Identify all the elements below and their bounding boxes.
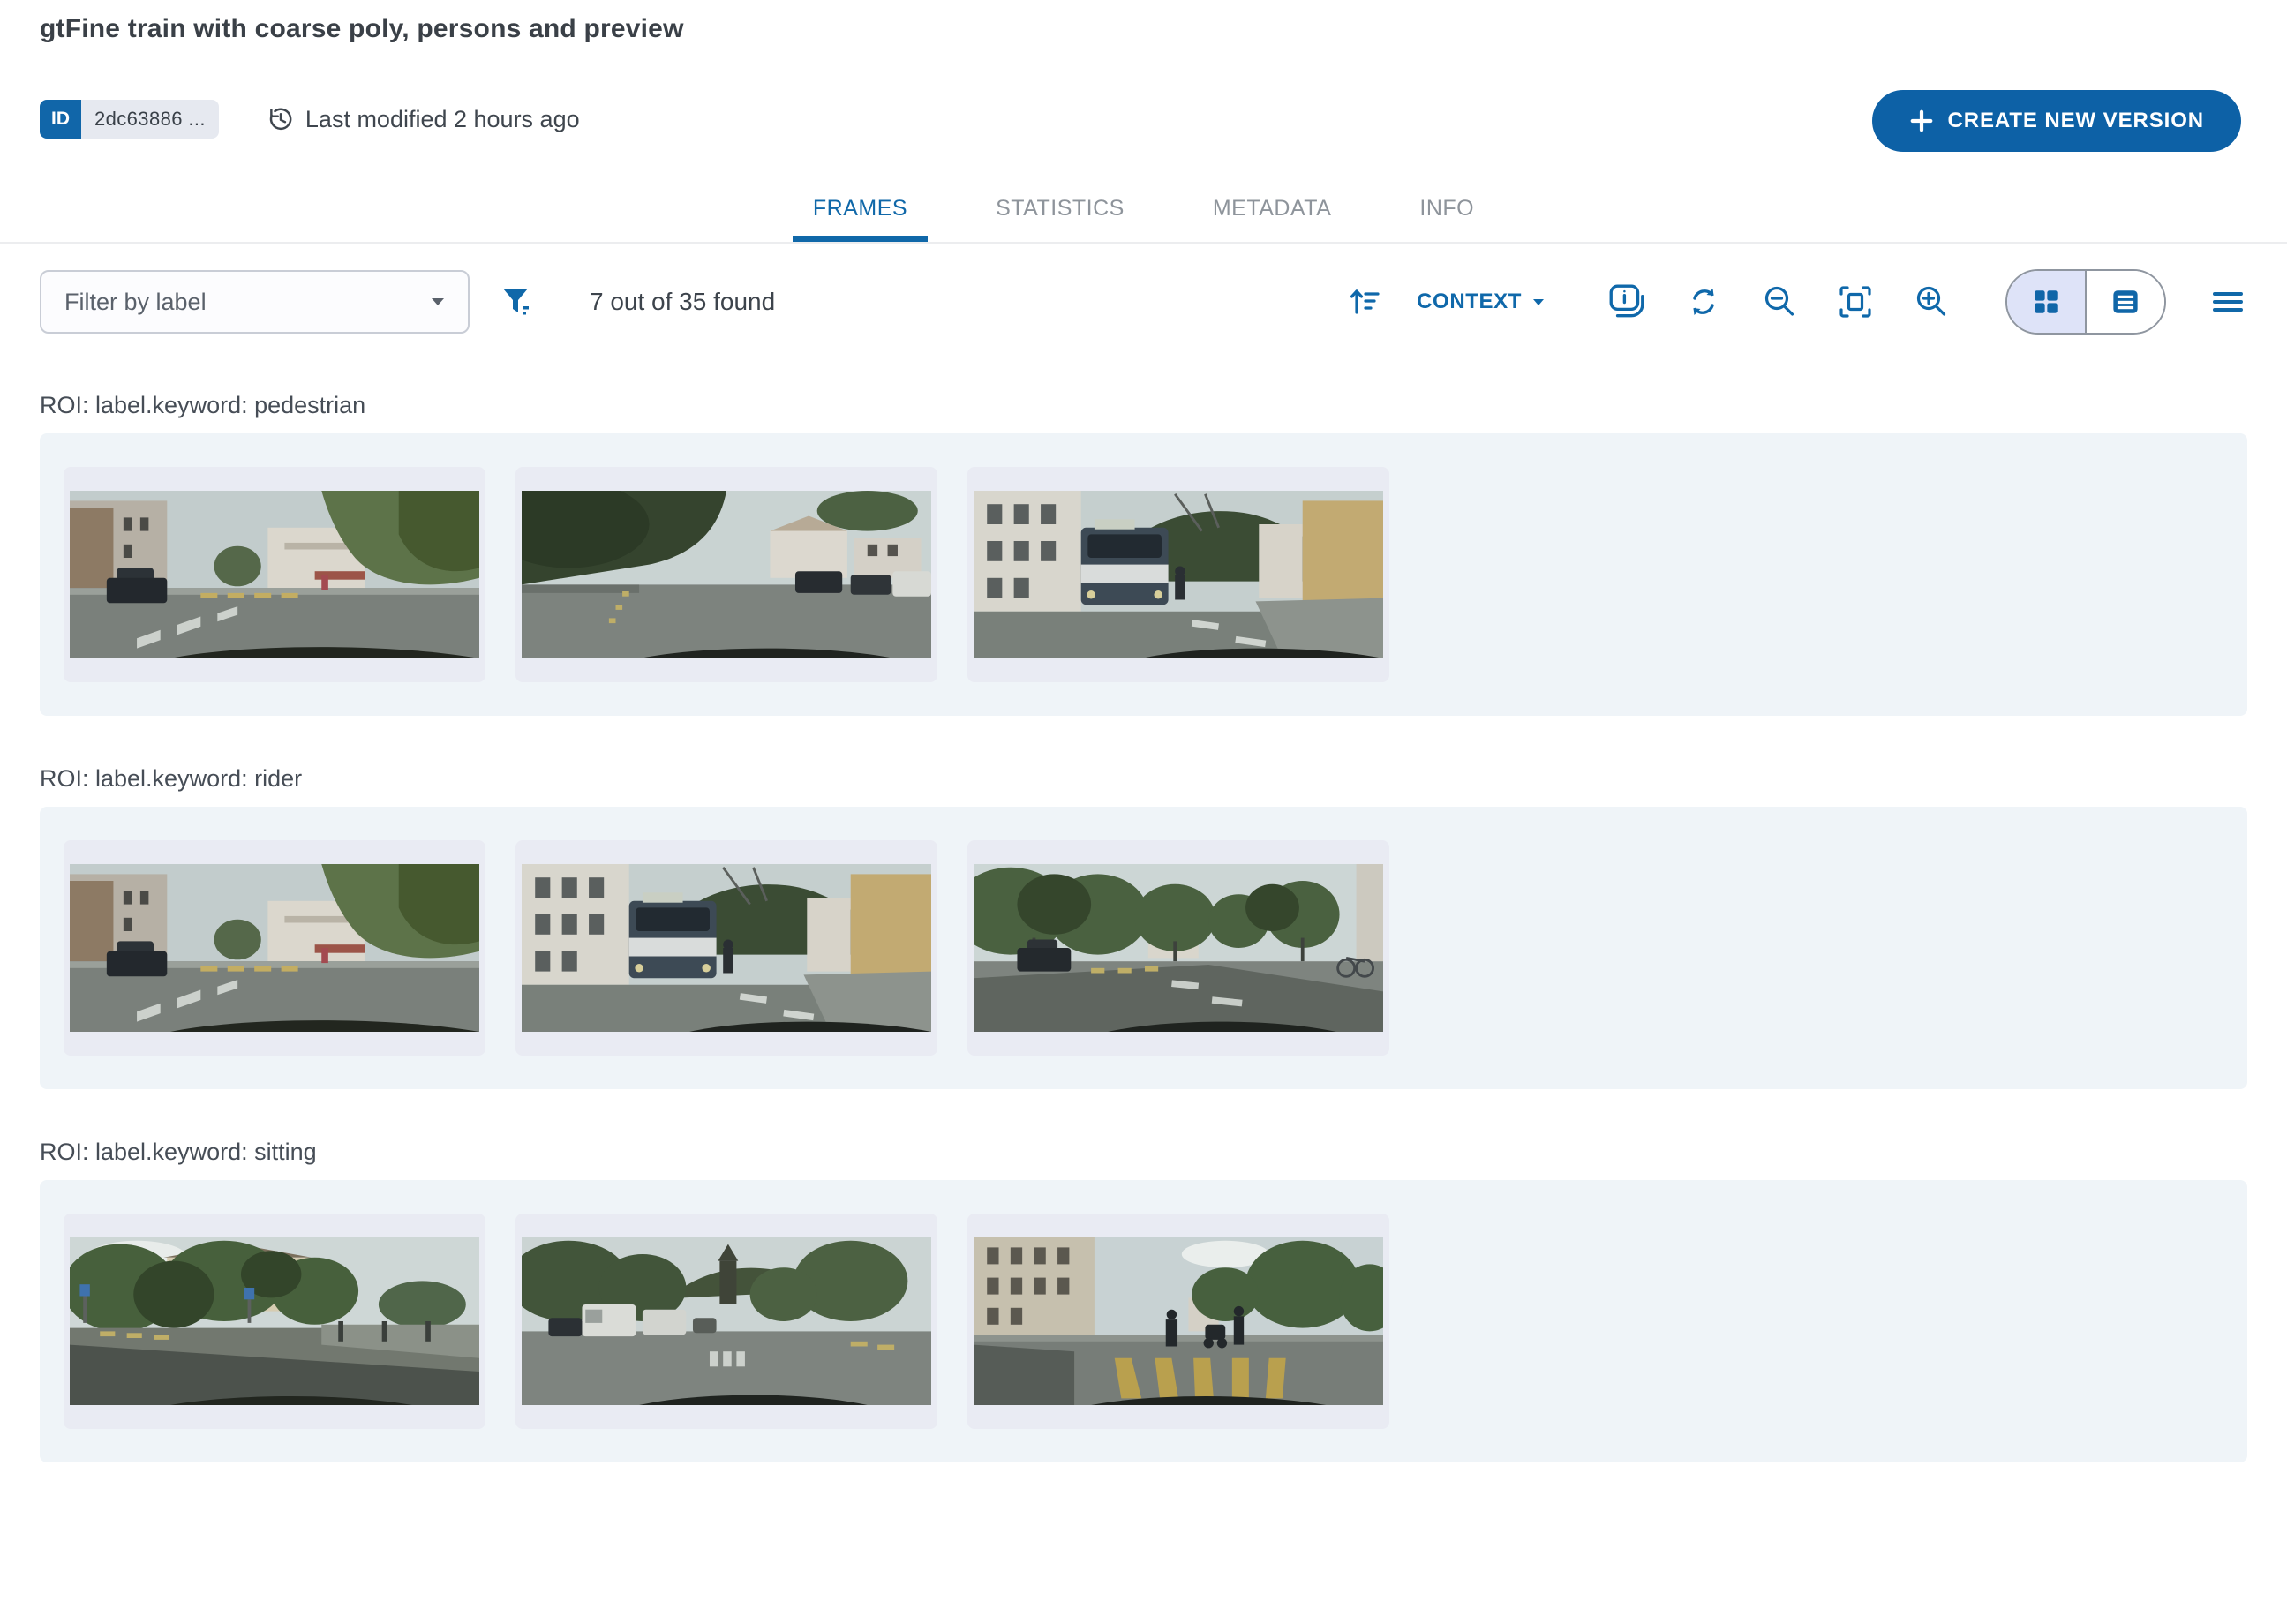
fit-screen-icon[interactable] bbox=[1836, 282, 1875, 321]
grid-view-button[interactable] bbox=[2007, 271, 2085, 333]
frame-thumbnail[interactable] bbox=[64, 840, 485, 1056]
filter-funnel-icon[interactable] bbox=[496, 282, 535, 321]
history-icon bbox=[265, 103, 297, 135]
roi-section-sitting: ROI: label.keyword: sitting bbox=[40, 1139, 2247, 1462]
filter-by-label-select[interactable]: Filter by label bbox=[40, 270, 470, 334]
section-label: ROI: label.keyword: pedestrian bbox=[40, 392, 2247, 419]
frames-row bbox=[40, 807, 2247, 1089]
frame-thumbnail[interactable] bbox=[967, 840, 1389, 1056]
section-label: ROI: label.keyword: rider bbox=[40, 765, 2247, 793]
zoom-out-icon[interactable] bbox=[1760, 282, 1799, 321]
section-label: ROI: label.keyword: sitting bbox=[40, 1139, 2247, 1166]
context-dropdown[interactable]: CONTEXT bbox=[1417, 289, 1545, 314]
tab-metadata[interactable]: METADATA bbox=[1192, 196, 1352, 242]
frame-thumbnail[interactable] bbox=[64, 467, 485, 682]
frame-thumbnail[interactable] bbox=[515, 840, 937, 1056]
frame-thumbnail[interactable] bbox=[515, 467, 937, 682]
id-badge-label: ID bbox=[40, 100, 81, 139]
sort-icon[interactable] bbox=[1346, 282, 1385, 321]
tab-info[interactable]: INFO bbox=[1399, 196, 1494, 242]
refresh-icon[interactable] bbox=[1684, 282, 1723, 321]
result-count: 7 out of 35 found bbox=[590, 288, 775, 316]
create-new-version-button[interactable]: CREATE NEW VERSION bbox=[1872, 90, 2241, 152]
menu-icon[interactable] bbox=[2208, 282, 2247, 321]
tab-bar: FRAMES STATISTICS METADATA INFO bbox=[0, 196, 2287, 244]
create-new-version-label: CREATE NEW VERSION bbox=[1948, 109, 2204, 133]
info-card-icon[interactable] bbox=[1606, 282, 1647, 322]
page-title: gtFine train with coarse poly, persons a… bbox=[40, 14, 2247, 44]
filter-select-placeholder: Filter by label bbox=[64, 289, 207, 316]
frames-toolbar: Filter by label 7 out of 35 found CONTEX… bbox=[40, 268, 2247, 335]
zoom-in-icon[interactable] bbox=[1912, 282, 1951, 321]
frame-thumbnail[interactable] bbox=[64, 1214, 485, 1429]
meta-row: ID 2dc63886 ... Last modified 2 hours ag… bbox=[40, 99, 2247, 139]
tool-icon-group bbox=[1606, 282, 1951, 322]
list-view-icon bbox=[2108, 284, 2143, 320]
context-label: CONTEXT bbox=[1417, 289, 1522, 314]
frame-thumbnail[interactable] bbox=[967, 467, 1389, 682]
list-view-button[interactable] bbox=[2085, 271, 2164, 333]
tab-statistics[interactable]: STATISTICS bbox=[975, 196, 1145, 242]
caret-down-icon bbox=[1532, 298, 1545, 306]
id-badge-value: 2dc63886 ... bbox=[81, 100, 219, 139]
roi-section-rider: ROI: label.keyword: rider bbox=[40, 765, 2247, 1089]
plus-icon bbox=[1909, 109, 1934, 133]
roi-section-pedestrian: ROI: label.keyword: pedestrian bbox=[40, 392, 2247, 716]
dataset-page: gtFine train with coarse poly, persons a… bbox=[0, 14, 2287, 1624]
last-modified: Last modified 2 hours ago bbox=[265, 103, 580, 135]
frame-thumbnail[interactable] bbox=[967, 1214, 1389, 1429]
caret-down-icon bbox=[431, 297, 445, 306]
frames-row bbox=[40, 1180, 2247, 1462]
frames-row bbox=[40, 433, 2247, 716]
tab-frames[interactable]: FRAMES bbox=[793, 196, 928, 242]
view-mode-toggle bbox=[2005, 269, 2166, 335]
dataset-id-badge[interactable]: ID 2dc63886 ... bbox=[40, 100, 219, 139]
last-modified-text: Last modified 2 hours ago bbox=[305, 106, 580, 133]
frame-thumbnail[interactable] bbox=[515, 1214, 937, 1429]
grid-view-icon bbox=[2028, 284, 2064, 320]
